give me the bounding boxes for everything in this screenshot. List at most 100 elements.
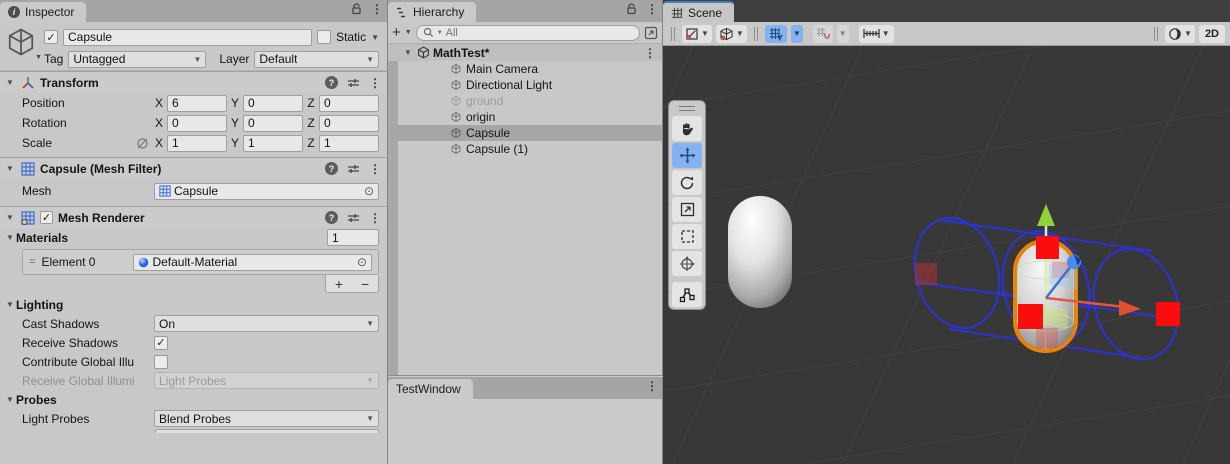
rotation-z-field[interactable]	[319, 114, 379, 132]
toggle-2d-button[interactable]: 2D	[1198, 24, 1225, 43]
drag-handle-icon[interactable]: =	[29, 256, 35, 268]
lock-icon[interactable]	[627, 3, 638, 15]
layer-dropdown[interactable]: Default ▼	[254, 50, 379, 68]
view-options-button[interactable]: ▼	[1165, 24, 1195, 43]
scene-menu-icon[interactable]: ⋮	[644, 47, 656, 59]
scale-z-field[interactable]	[319, 134, 379, 152]
scale-y-field[interactable]	[243, 134, 303, 152]
position-z-field[interactable]	[319, 94, 379, 112]
material-object-field[interactable]: Default-Material ⊙	[133, 253, 372, 271]
snap-increment-button[interactable]: ▼	[858, 24, 894, 43]
hierarchy-item-ground[interactable]: ground	[388, 93, 662, 109]
tab-inspector[interactable]: i Inspector	[0, 2, 87, 22]
add-material-button[interactable]: +	[326, 275, 352, 292]
foldout-icon[interactable]: ▼	[4, 164, 16, 173]
rotation-x-field[interactable]	[167, 114, 227, 132]
search-filter-dropdown-icon[interactable]: ▼	[437, 30, 443, 36]
component-menu-icon[interactable]: ⋮	[369, 163, 381, 175]
gameobject-cube-icon[interactable]: ▼	[6, 27, 42, 61]
overlay-drag-handle[interactable]	[753, 26, 758, 41]
name-field[interactable]	[63, 28, 313, 46]
grid-visibility-dropdown[interactable]: ▼	[790, 24, 803, 43]
receive-shadows-checkbox[interactable]: ✓	[154, 335, 168, 350]
tab-scene[interactable]: Scene	[663, 1, 735, 22]
create-dropdown-icon[interactable]: ▼	[405, 29, 412, 36]
overlay-drag-handle[interactable]	[1154, 26, 1159, 41]
position-x-field[interactable]	[167, 94, 227, 112]
mesh-renderer-header[interactable]: ▼ ✓ Mesh Renderer ? ⋮	[0, 206, 387, 228]
custom-tool-button[interactable]	[672, 282, 702, 307]
transform-tool-button[interactable]	[672, 251, 702, 276]
lighting-foldout[interactable]: ▼ Lighting	[0, 295, 387, 314]
hierarchy-item-capsule-1[interactable]: Capsule (1)	[388, 141, 662, 157]
mesh-object-field[interactable]: Capsule ⊙	[154, 182, 379, 200]
object-picker-icon[interactable]: ⊙	[357, 255, 367, 269]
hierarchy-item-capsule[interactable]: Capsule	[388, 125, 662, 141]
scale-tool-button[interactable]	[672, 197, 702, 222]
overlay-grip-icon[interactable]	[679, 106, 695, 111]
tab-hierarchy[interactable]: Hierarchy	[388, 2, 477, 22]
draw-mode-button[interactable]: ▼	[682, 24, 712, 43]
static-dropdown-icon[interactable]: ▼	[371, 33, 379, 42]
hierarchy-search-input[interactable]	[445, 26, 633, 39]
capsule-object[interactable]	[728, 196, 792, 308]
scene-header-row[interactable]: ▼ MathTest* ⋮	[388, 44, 662, 61]
inspector-menu-icon[interactable]: ⋮	[371, 3, 383, 15]
foldout-icon[interactable]: ▼	[4, 395, 16, 404]
materials-foldout[interactable]: ▼ Materials	[0, 228, 387, 247]
mesh-renderer-enabled-checkbox[interactable]: ✓	[40, 211, 53, 224]
gizmo-cube-button[interactable]: ▼	[715, 24, 747, 43]
link-scale-icon[interactable]	[136, 137, 149, 150]
foldout-icon[interactable]: ▼	[4, 213, 16, 222]
materials-count-field[interactable]	[327, 229, 379, 246]
hierarchy-menu-icon[interactable]: ⋮	[646, 3, 658, 15]
help-icon[interactable]: ?	[325, 162, 338, 175]
grid-snap-dropdown[interactable]: ▼	[836, 24, 849, 43]
hierarchy-item-origin[interactable]: origin	[388, 109, 662, 125]
testwindow-menu-icon[interactable]: ⋮	[646, 380, 658, 392]
transform-header[interactable]: ▼ Transform ? ⋮	[0, 71, 387, 93]
rect-tool-button[interactable]	[672, 224, 702, 249]
scene-viewport[interactable]	[502, 15, 1230, 464]
scale-row: Scale X Y Z	[0, 133, 387, 153]
tab-testwindow[interactable]: TestWindow	[388, 379, 473, 399]
grid-snap-button[interactable]	[812, 24, 833, 43]
lock-icon[interactable]	[352, 3, 363, 15]
remove-material-button[interactable]: −	[352, 275, 378, 292]
light-probes-dropdown[interactable]: Blend Probes ▼	[154, 410, 379, 427]
tag-dropdown[interactable]: Untagged ▼	[68, 50, 207, 68]
rotation-y-field[interactable]	[243, 114, 303, 132]
cast-shadows-dropdown[interactable]: On ▼	[154, 315, 379, 332]
move-tool-button[interactable]	[672, 143, 702, 168]
mesh-filter-header[interactable]: ▼ Capsule (Mesh Filter) ? ⋮	[0, 157, 387, 179]
material-element-row[interactable]: = Element 0 Default-Material ⊙	[25, 252, 376, 272]
component-menu-icon[interactable]: ⋮	[369, 77, 381, 89]
materials-list: = Element 0 Default-Material ⊙	[22, 249, 379, 275]
help-icon[interactable]: ?	[325, 76, 338, 89]
active-checkbox[interactable]: ✓	[44, 30, 58, 44]
search-window-icon[interactable]	[644, 26, 658, 40]
hierarchy-item-main-camera[interactable]: Main Camera	[388, 61, 662, 77]
foldout-icon[interactable]: ▼	[4, 300, 16, 309]
hierarchy-item-directional-light[interactable]: Directional Light	[388, 77, 662, 93]
position-y-field[interactable]	[243, 94, 303, 112]
rotate-tool-button[interactable]	[672, 170, 702, 195]
foldout-icon[interactable]: ▼	[402, 48, 414, 57]
presets-icon[interactable]	[347, 163, 360, 175]
object-picker-icon[interactable]: ⊙	[364, 184, 374, 198]
hierarchy-searchbox[interactable]: ▼	[415, 24, 640, 41]
component-menu-icon[interactable]: ⋮	[369, 212, 381, 224]
grid-visibility-button[interactable]	[764, 24, 787, 43]
scale-x-field[interactable]	[167, 134, 227, 152]
create-button[interactable]: +	[392, 25, 401, 40]
view-tool-button[interactable]	[672, 116, 702, 141]
help-icon[interactable]: ?	[325, 211, 338, 224]
presets-icon[interactable]	[347, 212, 360, 224]
foldout-icon[interactable]: ▼	[4, 78, 16, 87]
contribute-gi-checkbox[interactable]	[154, 354, 168, 369]
foldout-icon[interactable]: ▼	[4, 233, 16, 242]
static-checkbox[interactable]	[317, 30, 332, 44]
probes-foldout[interactable]: ▼ Probes	[0, 390, 387, 409]
overlay-drag-handle[interactable]	[671, 26, 675, 41]
presets-icon[interactable]	[347, 77, 360, 89]
